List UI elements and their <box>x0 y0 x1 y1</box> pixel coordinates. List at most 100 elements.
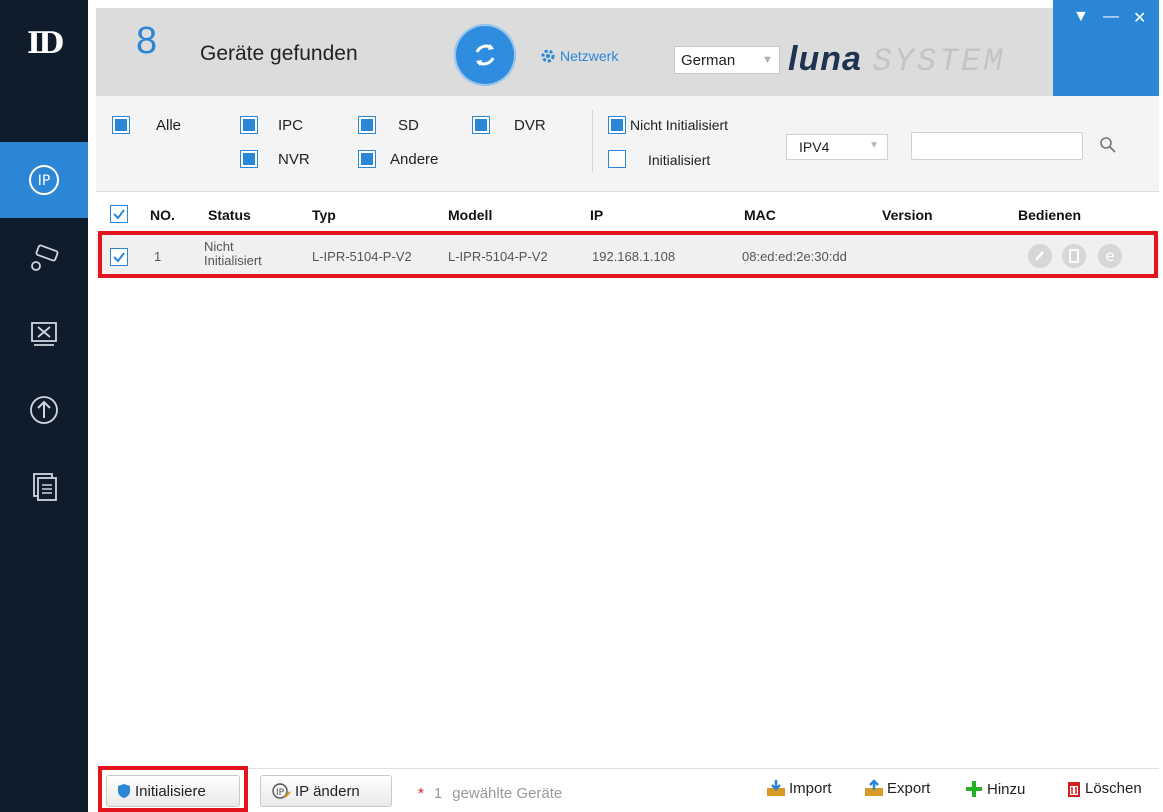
add-button[interactable]: Hinzu <box>964 779 1025 799</box>
search-button[interactable] <box>1099 136 1117 159</box>
gear-icon <box>541 49 555 63</box>
filter-other-checkbox[interactable] <box>358 150 376 168</box>
window-controls: ▼ — ✕ <box>1053 0 1159 96</box>
checkmark-icon <box>113 209 125 220</box>
cell-mac: 08:ed:ed:2e:30:dd <box>742 249 847 264</box>
camera-settings-icon <box>31 244 59 271</box>
chevron-down-icon: ▼ <box>762 54 773 66</box>
device-count: 8 <box>136 20 158 62</box>
brand-logo: luna SYSTEM <box>788 40 1006 80</box>
pencil-icon <box>1035 251 1044 261</box>
sidebar: ID IP <box>0 0 88 812</box>
refresh-button[interactable] <box>454 24 516 86</box>
column-header-version: Version <box>882 207 933 223</box>
filter-nvr-checkbox[interactable] <box>240 150 258 168</box>
svg-text:IP: IP <box>276 788 285 798</box>
network-button[interactable]: Netzwerk <box>540 48 618 64</box>
language-value: German <box>681 51 736 69</box>
select-all-checkbox[interactable] <box>110 205 128 223</box>
initialize-label: Initialisiere <box>135 782 206 800</box>
sidebar-item-upgrade[interactable] <box>0 372 88 448</box>
cell-ip: 192.168.1.108 <box>592 249 676 264</box>
app-logo: ID <box>26 26 64 61</box>
column-header-model: Modell <box>448 207 493 223</box>
selection-info: * 1 gewählte Geräte <box>418 785 563 802</box>
search-icon <box>1100 137 1116 153</box>
tools-icon <box>31 322 57 346</box>
filter-ipc-label: IPC <box>278 117 304 134</box>
search-input[interactable] <box>911 132 1083 160</box>
details-button[interactable] <box>1062 244 1086 268</box>
sidebar-item-device-config[interactable] <box>0 220 88 296</box>
cell-no: 1 <box>154 249 162 264</box>
table-row[interactable]: 1 Nicht Initialisiert L-IPR-5104-P-V2 L-I… <box>96 234 1159 278</box>
row-checkbox[interactable] <box>110 248 128 266</box>
column-header-status: Status <box>208 207 251 223</box>
app-window: ID IP 8 Geräte gefunden Netzwerk German <box>0 0 1163 812</box>
filter-not-initialized-label: Nicht Initialisiert <box>630 117 729 133</box>
initialize-button[interactable]: Initialisiere <box>106 775 240 807</box>
import-icon <box>767 780 785 796</box>
document-icon <box>33 473 57 501</box>
trash-icon <box>1068 782 1080 797</box>
cell-status: Nicht Initialisiert <box>204 239 262 268</box>
divider <box>592 110 593 172</box>
checkmark-icon <box>113 252 125 263</box>
footer-bar: Initialisiere IP IP ändern * 1 gewählte Ge… <box>96 768 1159 812</box>
filter-not-initialized-checkbox[interactable] <box>608 116 626 134</box>
change-ip-label: IP ändern <box>295 782 360 800</box>
filter-dvr-label: DVR <box>514 117 546 134</box>
filter-other-label: Andere <box>390 151 439 168</box>
export-button[interactable]: Export <box>864 779 930 797</box>
filter-initialized-checkbox[interactable] <box>608 150 626 168</box>
ip-version-select[interactable]: IPV4 ▼ <box>786 134 888 160</box>
filter-all-label: Alle <box>156 117 182 134</box>
column-header-type: Typ <box>312 207 336 223</box>
column-header-no: NO. <box>150 207 175 223</box>
import-button[interactable]: Import <box>766 779 832 797</box>
filter-bar: Alle IPC SD DVR NVR Andere Nicht Initial… <box>96 96 1159 192</box>
edit-button[interactable] <box>1028 244 1052 268</box>
sidebar-item-documents[interactable] <box>0 448 88 524</box>
shield-icon <box>118 784 130 798</box>
minimize-icon[interactable]: — <box>1103 8 1119 26</box>
devices-found-label: Geräte gefunden <box>200 42 358 65</box>
table-header: NO. Status Typ Modell IP MAC Version Bed… <box>96 198 1159 232</box>
sidebar-item-tools[interactable] <box>0 296 88 372</box>
export-icon <box>865 779 883 796</box>
plus-icon <box>966 781 982 797</box>
selected-label: gewählte Geräte <box>452 785 563 802</box>
document-icon <box>1069 249 1079 263</box>
column-header-actions: Bedienen <box>1018 207 1082 223</box>
web-browser-button[interactable]: e <box>1098 244 1122 268</box>
close-icon[interactable]: ✕ <box>1133 8 1146 28</box>
network-label: Netzwerk <box>560 48 619 64</box>
column-header-mac: MAC <box>744 207 776 223</box>
language-select[interactable]: German ▼ <box>674 46 780 74</box>
ip-edit-icon: IP <box>272 783 291 799</box>
header-bar: 8 Geräte gefunden Netzwerk German ▼ luna… <box>96 0 1159 96</box>
cell-model: L-IPR-5104-P-V2 <box>448 249 548 264</box>
ip-icon: IP <box>29 165 59 195</box>
change-ip-button[interactable]: IP IP ändern <box>260 775 392 807</box>
svg-text:e: e <box>1105 247 1114 265</box>
delete-button[interactable]: Löschen <box>1066 779 1142 797</box>
dropdown-menu-icon[interactable]: ▼ <box>1073 8 1089 26</box>
upgrade-icon <box>30 396 58 424</box>
filter-sd-checkbox[interactable] <box>358 116 376 134</box>
filter-ipc-checkbox[interactable] <box>240 116 258 134</box>
filter-dvr-checkbox[interactable] <box>472 116 490 134</box>
cell-type: L-IPR-5104-P-V2 <box>312 249 412 264</box>
sidebar-item-ip-search[interactable]: IP <box>0 142 88 218</box>
filter-nvr-label: NVR <box>278 151 310 168</box>
browser-icon: e <box>1105 247 1114 265</box>
selected-count: 1 <box>433 785 443 802</box>
filter-initialized-label: Initialisiert <box>648 152 711 168</box>
ip-version-value: IPV4 <box>799 139 830 155</box>
svg-text:IP: IP <box>38 173 51 189</box>
filter-all-checkbox[interactable] <box>112 116 130 134</box>
column-header-ip: IP <box>590 207 604 223</box>
refresh-icon <box>475 44 495 66</box>
chevron-down-icon: ▼ <box>869 140 879 151</box>
filter-sd-label: SD <box>398 117 419 134</box>
